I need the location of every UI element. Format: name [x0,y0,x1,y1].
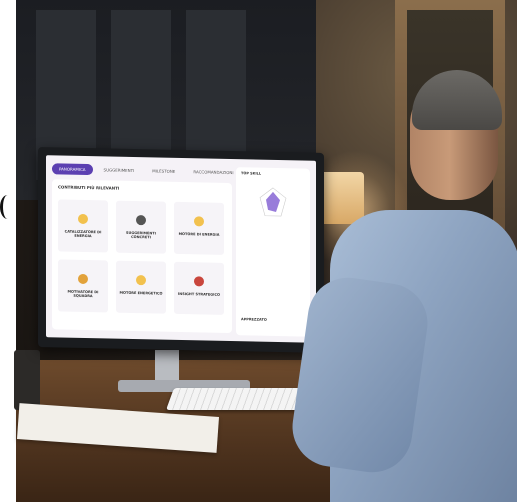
card-4: MOTIVATORE DI SQUADRA [58,259,108,313]
screen-tabs: PANORAMICA SUGGERIMENTI MILESTONE RACCOM… [52,163,241,178]
cable [0,195,15,219]
lightning-icon [136,275,146,286]
tab-raccomandazioni: RACCOMANDAZIONI [193,169,234,176]
monitor: PANORAMICA SUGGERIMENTI MILESTONE RACCOM… [38,147,324,353]
man [287,60,517,502]
tools-icon [136,215,146,226]
monitor-screen: PANORAMICA SUGGERIMENTI MILESTONE RACCOM… [46,155,316,343]
lightning-icon [78,213,88,225]
card-1: CATALIZZATORE DI ENERGIA [58,199,108,253]
lightning-icon [194,216,204,227]
photo: PANORAMICA SUGGERIMENTI MILESTONE RACCOM… [0,0,517,502]
card-3: MOTORE DI ENERGIA [174,201,224,255]
tab-milestone: MILESTONE [152,168,176,174]
card-2: SUGGERIMENTI CONCRETI [116,200,166,254]
monitor-stand [155,350,179,384]
target-icon [194,276,204,287]
card-5: MOTORE ENERGETICO [116,260,166,314]
radar-chart [259,187,287,217]
skills-title: TOP SKILL [241,171,262,176]
panel-title: CONTRIBUTI PIÙ RILEVANTI [58,184,120,191]
pen-holder [14,350,40,410]
tab-suggerimenti: SUGGERIMENTI [103,167,135,174]
contributions-panel: CONTRIBUTI PIÙ RILEVANTI CATALIZZATORE D… [52,179,232,334]
skills-panel: TOP SKILL APPREZZATO [236,167,310,337]
skills-footer: APPREZZATO [241,317,267,322]
heart-icon [78,273,88,285]
card-6: INSIGHT STRATEGICO [174,261,224,315]
man-hair [412,70,502,130]
tab-panoramica: PANORAMICA [52,163,93,176]
